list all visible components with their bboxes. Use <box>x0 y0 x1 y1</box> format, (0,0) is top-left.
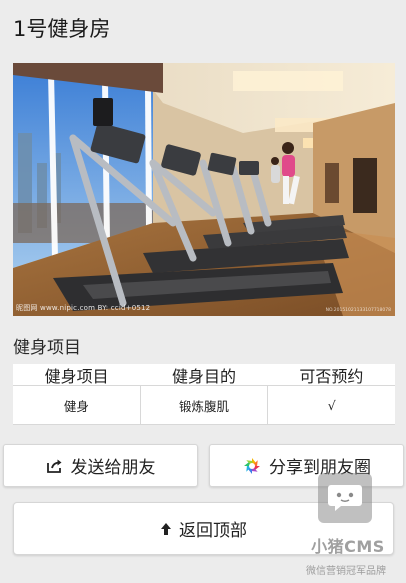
gym-photo-image <box>13 63 395 316</box>
table-header-cell: 健身目的 <box>140 364 268 386</box>
share-to-moments-button[interactable]: 分享到朋友圈 <box>209 444 404 487</box>
brand-name: 小猪CMS <box>311 537 385 556</box>
table-cell: √ <box>267 385 396 425</box>
fitness-table: 健身项目 健身目的 可否预约 健身 锻炼腹肌 √ <box>13 364 396 425</box>
page: 1号健身房 昵图网 www.nipic.com BY: ccid+0512 NO… <box>0 0 406 583</box>
table-header-cell: 可否预约 <box>267 364 395 386</box>
table-cell: 健身 <box>13 385 140 425</box>
photo-watermark-id: NO.20151021133107718078 <box>325 308 391 313</box>
page-title: 1号健身房 <box>13 17 111 41</box>
moments-icon <box>242 456 262 476</box>
section-title: 健身项目 <box>13 338 81 358</box>
brand-logo <box>318 473 372 523</box>
brand-tagline: 微信营销冠军品牌 <box>306 566 386 577</box>
table-header-cell: 健身项目 <box>13 364 141 386</box>
table-row: 健身 锻炼腹肌 √ <box>13 385 396 425</box>
photo-watermark: 昵图网 www.nipic.com BY: ccid+0512 <box>16 304 151 312</box>
gym-photo: 昵图网 www.nipic.com BY: ccid+0512 NO.20151… <box>13 63 395 316</box>
back-to-top-label: 返回顶部 <box>179 521 247 541</box>
table-header: 健身项目 健身目的 可否预约 <box>13 364 395 386</box>
table-cell: 锻炼腹肌 <box>139 385 268 425</box>
send-to-friend-label: 发送给朋友 <box>70 458 156 478</box>
chat-bubble-icon <box>328 485 362 511</box>
share-out-icon <box>46 458 64 474</box>
send-to-friend-button[interactable]: 发送给朋友 <box>3 444 198 487</box>
arrow-up-icon <box>160 522 172 536</box>
